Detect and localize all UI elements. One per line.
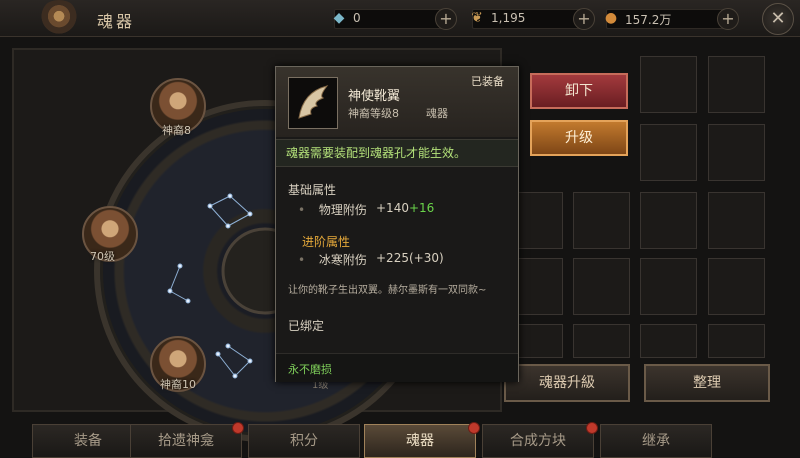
crystal-icon: ◆ — [333, 10, 345, 26]
tab-equipment[interactable]: 装备 — [32, 424, 144, 458]
top-bar: 魂器 ◆ 0 + ❦ 1,195 + ● 157.2万 + ✕ — [0, 0, 800, 37]
tab-points[interactable]: 积分 — [248, 424, 360, 458]
inventory-slot[interactable] — [640, 324, 697, 358]
base-attributes-label: 基础属性 — [288, 183, 337, 197]
wing-boots-icon — [288, 77, 338, 129]
inventory-slot[interactable] — [573, 258, 630, 315]
add-coin-button[interactable]: + — [717, 8, 739, 30]
stat-value: +140 — [376, 201, 409, 215]
soul-emblem-icon — [38, 0, 80, 36]
tab-synthesis[interactable]: 合成方块 — [482, 424, 594, 458]
bound-status: 已绑定 — [288, 319, 325, 333]
advanced-stat-row: • 冰寒附伤 +225(+30) — [298, 251, 444, 268]
resource-coin: ● 157.2万 + — [605, 8, 739, 30]
inventory-slot[interactable] — [640, 56, 697, 113]
feather-icon: ❦ — [471, 10, 483, 26]
slot-label: 70级 — [90, 250, 115, 263]
upgrade-button[interactable]: 升级 — [530, 120, 628, 156]
resource-crystal: ◆ 0 + — [334, 8, 457, 30]
resource-coin-value: 157.2万 — [625, 13, 672, 27]
inventory-slot[interactable] — [708, 258, 765, 315]
warning-text: 魂器需要装配到魂器孔才能生效。 — [286, 146, 467, 160]
slot-label: 神裔8 — [162, 124, 191, 137]
page-title: 魂器 — [97, 12, 136, 31]
stat-value-group: +140+16 — [376, 201, 434, 215]
slot-label: 神裔10 — [160, 378, 196, 391]
inventory-slot[interactable] — [573, 324, 630, 358]
notification-badge — [586, 422, 598, 434]
bullet-icon: • — [298, 253, 306, 267]
bottom-tab-bar: 装备 拾遗神龛 积分 魂器 合成方块 继承 — [0, 418, 800, 458]
resource-feather-value: 1,195 — [491, 11, 526, 25]
tooltip-warning: 魂器需要装配到魂器孔才能生效。 — [276, 139, 518, 167]
tab-soul[interactable]: 魂器 — [364, 424, 476, 458]
tooltip-footer: 永不磨损 — [276, 353, 518, 382]
bullet-icon: • — [298, 203, 306, 217]
stat-bonus: +16 — [408, 201, 435, 215]
resource-feather: ❦ 1,195 + — [471, 8, 595, 30]
unequip-button[interactable]: 卸下 — [530, 73, 628, 109]
advanced-attributes-label: 进阶属性 — [302, 235, 351, 249]
item-name: 神使靴翼 — [348, 89, 401, 104]
item-type: 魂器 — [426, 107, 448, 120]
organize-button[interactable]: 整理 — [644, 364, 770, 402]
inventory-slot[interactable] — [708, 124, 765, 181]
resource-crystal-value: 0 — [353, 11, 361, 25]
item-level: 神裔等级8 — [348, 107, 399, 120]
tab-inherit[interactable]: 继承 — [600, 424, 712, 458]
stat-name: 冰寒附伤 — [318, 253, 367, 267]
inventory-slot[interactable] — [640, 192, 697, 249]
tab-shrine[interactable]: 拾遗神龛 — [130, 424, 242, 458]
inventory-slot[interactable] — [708, 324, 765, 358]
notification-badge — [468, 422, 480, 434]
notification-badge — [232, 422, 244, 434]
add-crystal-button[interactable]: + — [435, 8, 457, 30]
inventory-slot[interactable] — [708, 192, 765, 249]
stat-value: +225(+30) — [376, 251, 444, 265]
inventory-slot[interactable] — [708, 56, 765, 113]
base-stat-row: • 物理附伤 +140+16 — [298, 201, 434, 218]
durability-text: 永不磨损 — [288, 363, 332, 376]
inventory-slot[interactable] — [573, 192, 630, 249]
item-description: 让你的靴子生出双翼。赫尔墨斯有一双同款~ — [288, 285, 487, 296]
close-icon: ✕ — [770, 8, 786, 29]
close-button[interactable]: ✕ — [762, 3, 794, 35]
coin-icon: ● — [604, 10, 618, 26]
item-tooltip: 神使靴翼 神裔等级8 魂器 已装备 魂器需要装配到魂器孔才能生效。 基础属性 •… — [275, 66, 519, 382]
add-feather-button[interactable]: + — [573, 8, 595, 30]
stat-name: 物理附伤 — [318, 203, 367, 217]
inventory-slot[interactable] — [640, 258, 697, 315]
equipped-badge: 已装备 — [471, 75, 504, 88]
soul-upgrade-button[interactable]: 魂器升級 — [504, 364, 630, 402]
tooltip-header: 神使靴翼 神裔等级8 魂器 已装备 — [276, 67, 518, 137]
inventory-slot[interactable] — [640, 124, 697, 181]
